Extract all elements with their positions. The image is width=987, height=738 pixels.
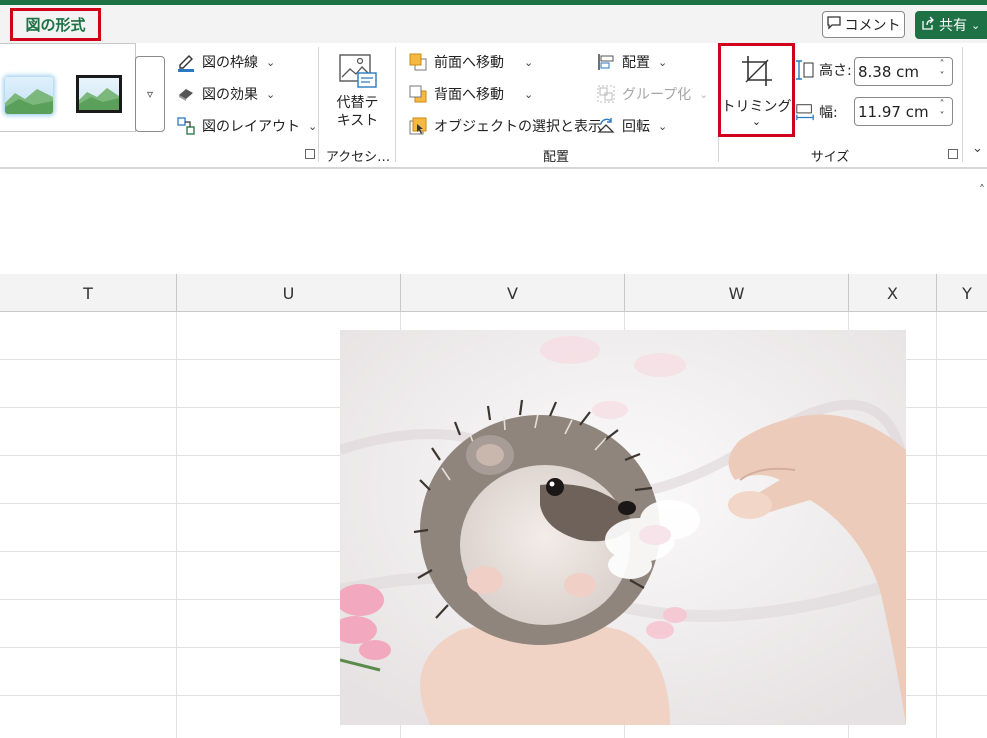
column-header-w[interactable]: W [625,274,849,312]
height-spinner[interactable]: ˄ ˅ [936,59,948,84]
alt-text-label-line1: 代替テ [336,95,379,111]
share-icon [921,16,935,34]
picture-border-label: 図の枠線 [202,55,258,71]
hedgehog-photo[interactable] [340,330,906,725]
comment-button[interactable]: コメント [822,11,905,38]
picture-effects-icon [176,84,196,104]
height-label: 高さ: [819,63,852,79]
share-label: 共有 [939,18,967,34]
alt-text-icon [338,53,378,94]
picture-effects-label: 図の効果 [202,87,258,103]
picture-style-black-frame[interactable] [76,75,122,113]
send-backward-icon [408,84,428,104]
rotate-button[interactable]: 回転 ⌄ [596,115,667,137]
selection-pane-icon [408,116,428,136]
picture-border-button[interactable]: 図の枠線 ⌄ [176,51,275,73]
bring-forward-label: 前面へ移動 [434,55,504,71]
group-label: グループ化 [622,87,692,103]
height-input[interactable]: 8.38 cm ˄ ˅ [854,57,953,86]
chevron-down-icon: ⌄ [524,55,534,69]
chevron-down-icon: ⌄ [751,115,762,128]
ribbon-tab-row: 図の形式 コメント 共有 ⌄ [0,5,987,43]
size-group-label: サイズ [810,150,850,165]
picture-style-soft-edge[interactable] [5,77,53,114]
arrange-group-label: 配置 [542,150,569,165]
shape-height-row: 高さ: [795,59,852,81]
group-icon [596,84,616,104]
send-backward-label: 背面へ移動 [434,87,504,103]
width-icon [795,102,815,122]
chevron-down-icon: ⌄ [266,55,276,69]
width-label: 幅: [819,105,838,121]
dialog-launcher-icon[interactable] [948,149,958,159]
selection-pane-label: オブジェクトの選択と表示 [434,119,602,135]
column-headers: T U V W X Y [0,274,987,312]
crop-label: トリミング [721,99,792,115]
alt-text-label-line2: キスト [336,113,379,129]
width-spinner[interactable]: ˄ ˅ [936,99,948,124]
column-header-u[interactable]: U [177,274,401,312]
picture-layout-icon [176,116,196,136]
chevron-down-icon: ⌄ [658,55,668,69]
picture-layout-label: 図のレイアウト [202,119,300,135]
dialog-launcher-icon[interactable] [305,149,315,159]
column-header-v[interactable]: V [401,274,625,312]
tab-picture-format[interactable]: 図の形式 [10,8,101,41]
rotate-label: 回転 [622,119,650,135]
column-header-y[interactable]: Y [937,274,987,312]
bring-forward-icon [408,52,428,72]
chevron-down-icon: ⌄ [524,87,534,101]
comment-icon [826,15,841,34]
chevron-down-icon: ⌄ [971,18,981,32]
width-value: 11.97 cm [858,102,929,121]
column-header-x[interactable]: X [849,274,937,312]
crop-button[interactable]: トリミング ⌄ [718,43,795,137]
accessibility-group-label: アクセシ… [325,150,391,165]
picture-layout-button[interactable]: 図のレイアウト ⌄ [176,115,317,137]
group-button[interactable]: グループ化 ⌄ [596,83,708,105]
expand-gallery-icon: ▿ [146,87,154,101]
collapse-ribbon-icon[interactable]: ˄ [979,183,985,197]
chevron-down-icon: ⌄ [699,87,709,101]
share-button[interactable]: 共有 ⌄ [915,11,987,39]
chevron-down-icon: ⌄ [308,119,318,133]
bring-forward-button[interactable]: 前面へ移動 ⌄ [408,51,533,73]
chevron-down-icon: ⌄ [658,119,668,133]
align-button[interactable]: 配置 ⌄ [596,51,667,73]
group-separator [395,47,396,162]
comment-label: コメント [844,17,901,34]
gallery-more-button[interactable]: ▿ [135,56,165,132]
picture-border-icon [176,52,196,72]
selection-pane-button[interactable]: オブジェクトの選択と表示 [408,115,602,137]
picture-styles-gallery: ▿ [0,43,165,132]
chevron-down-icon: ⌄ [266,87,276,101]
column-header-t[interactable]: T [0,274,177,312]
picture-effects-button[interactable]: 図の効果 ⌄ [176,83,275,105]
width-input[interactable]: 11.97 cm ˄ ˅ [854,97,953,126]
crop-icon [740,54,774,92]
alt-text-button[interactable]: 代替テ キスト [330,53,385,130]
height-value: 8.38 cm [858,62,920,81]
rotate-icon [596,116,616,136]
align-label: 配置 [622,55,650,71]
ribbon: ▿ 図の枠線 ⌄ 図の効果 ⌄ 図のレイアウト ⌄ 代替テ キスト アクセシ… … [0,43,987,168]
worksheet-top-area: ˄ [0,168,987,274]
group-separator [962,47,963,162]
height-icon [795,60,815,80]
group-separator [318,47,319,162]
align-icon [596,52,616,72]
ribbon-expand-icon[interactable]: ⌄ [972,141,983,156]
shape-width-row: 幅: [795,101,838,123]
send-backward-button[interactable]: 背面へ移動 ⌄ [408,83,533,105]
